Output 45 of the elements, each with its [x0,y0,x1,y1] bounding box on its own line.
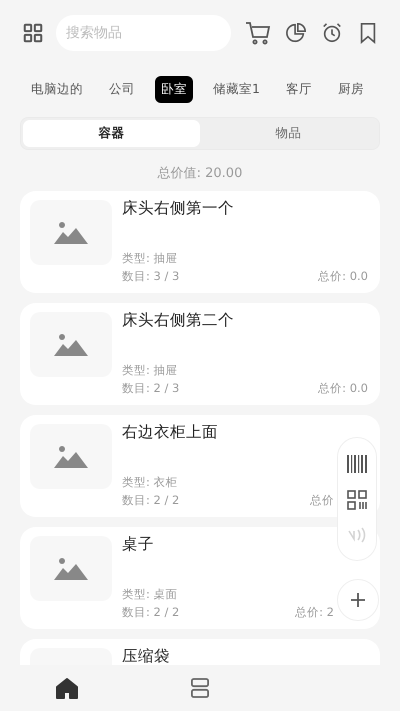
container-type: 类型: 桌面 [122,587,178,602]
container-title: 桌子 [122,536,154,554]
home-icon[interactable] [54,677,79,699]
container-type: 类型: 衣柜 [122,475,178,490]
room-tab[interactable]: 公司 [103,76,141,103]
search-field[interactable]: 搜索物品 [56,15,231,51]
container-card[interactable]: 右边衣柜上面 类型: 衣柜 数目: 2 / 2 总价 [20,415,380,517]
item-count: 数目: 3 / 3 [122,269,180,284]
container-title: 右边衣柜上面 [122,424,218,442]
total-value: 总价值: 20.00 [156,165,244,182]
room-tab[interactable]: 储藏室1 [207,76,266,103]
plus-icon [350,592,366,608]
container-title: 床头右侧第二个 [122,312,234,330]
container-title: 床头右侧第一个 [122,200,234,218]
container-type: 类型: 抽屉 [122,363,178,378]
item-count: 数目: 2 / 3 [122,381,180,396]
qr-code-icon[interactable] [347,490,367,510]
alarm-clock-icon[interactable] [321,22,343,44]
image-icon [54,222,88,244]
room-tab[interactable]: 厨房 [332,76,370,103]
room-tab[interactable]: 电脑边的 [25,76,89,103]
container-card[interactable]: 床头右侧第一个 类型: 抽屉 数目: 3 / 3 总价: 0.0 [20,191,380,293]
image-icon [54,446,88,468]
container-card[interactable]: 床头右侧第二个 类型: 抽屉 数目: 2 / 3 总价: 0.0 [20,303,380,405]
grid-icon[interactable] [22,22,44,44]
segment-tab[interactable]: 容器 [23,120,200,147]
room-tab[interactable]: 卧室 [155,76,193,103]
segment-tab[interactable]: 物品 [200,120,377,147]
container-card[interactable]: 压缩袋 [20,639,380,665]
container-type: 类型: 抽屉 [122,251,178,266]
image-icon [54,334,88,356]
cart-icon[interactable] [245,20,271,46]
container-card[interactable]: 桌子 类型: 桌面 数目: 2 / 2 总价: 2 [20,527,380,629]
room-tab[interactable]: 客厅 [280,76,318,103]
pie-chart-icon[interactable] [285,22,307,44]
total-price: 总价 [310,493,334,508]
total-price: 总价: 0.0 [318,269,368,284]
total-price: 总价: 2 [295,605,334,620]
item-count: 数目: 2 / 2 [122,493,180,508]
item-count: 数目: 2 / 2 [122,605,180,620]
list-icon[interactable] [190,678,209,698]
container-title: 压缩袋 [122,648,170,665]
total-price: 总价: 0.0 [318,381,368,396]
barcode-icon[interactable] [347,454,367,473]
image-icon [54,558,88,580]
